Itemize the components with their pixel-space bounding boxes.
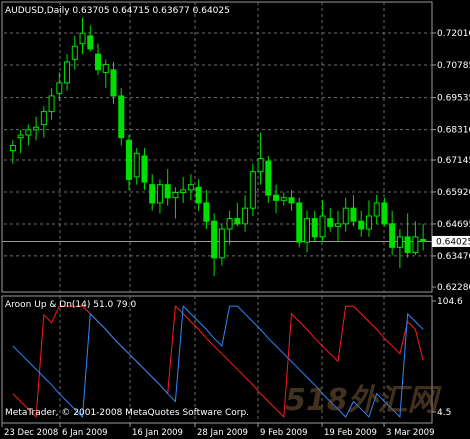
candle-body: [389, 223, 396, 248]
candle-body: [242, 207, 249, 225]
aroon-tick-label: 104.6: [437, 297, 463, 307]
price-tick-label: 0.72010: [437, 29, 470, 39]
candle-body: [180, 189, 187, 194]
date-tick-label: 16 Jan 2009: [132, 428, 183, 438]
candle-body: [195, 186, 202, 204]
price-tick-label: 0.65920: [437, 188, 470, 198]
candle-body: [187, 184, 194, 191]
candle-body: [9, 145, 16, 152]
candle-body: [33, 126, 40, 131]
aroon-panel-title: Aroon Up & Dn(14) 51.0 79.0: [5, 300, 136, 310]
candle-body: [296, 202, 303, 243]
date-tick-label: 3 Mar 2009: [386, 428, 434, 438]
date-tick-label: 19 Feb 2009: [324, 428, 377, 438]
candle-body: [234, 218, 241, 225]
watermark: 518外汇网: [285, 383, 442, 418]
candle-body: [280, 197, 287, 201]
candle-body: [288, 197, 295, 204]
price-axis: 0.72010 0.70785 0.69535 0.68310 0.67145 0.659…: [432, 29, 470, 293]
price-tick-label: 0.70785: [437, 61, 470, 71]
chart-window: AUDUSD,Daily 0.63705 0.64715 0.63677 0.6…: [0, 0, 470, 439]
candle-body: [404, 236, 411, 254]
candle-body: [56, 82, 63, 94]
candle-body: [358, 220, 365, 230]
candle-body: [342, 207, 349, 225]
date-tick-label: 9 Feb 2009: [260, 428, 308, 438]
candle-body: [211, 220, 218, 259]
candle-body: [133, 152, 140, 178]
candle-body: [334, 223, 341, 227]
candle-body: [327, 218, 334, 227]
candle-body: [64, 61, 71, 84]
candle-body: [48, 95, 55, 113]
candle-body: [373, 202, 380, 217]
price-tick-label: 0.62280: [437, 283, 470, 293]
candle-body: [87, 35, 94, 50]
price-panel-title: AUDUSD,Daily 0.63705 0.64715 0.63677 0.6…: [5, 6, 230, 16]
candle-body: [118, 95, 125, 139]
candle: [118, 88, 125, 146]
candle: [296, 197, 303, 248]
candle-body: [365, 215, 372, 230]
candle-body: [257, 158, 264, 173]
candle-body: [319, 215, 326, 238]
price-tick-label: 0.64695: [437, 220, 470, 230]
candle-body: [141, 155, 148, 183]
candle-body: [381, 202, 388, 225]
candle-body: [156, 184, 163, 204]
candle-body: [203, 202, 210, 222]
candle-body: [71, 45, 78, 60]
candle-body: [95, 53, 102, 71]
candle-body: [311, 218, 318, 238]
candle: [249, 163, 256, 216]
candle-body: [17, 134, 24, 139]
price-tick-label: 0.68310: [437, 126, 470, 136]
candle-body: [79, 32, 86, 45]
price-tick-label: 0.67145: [437, 156, 470, 166]
candle-body: [226, 218, 233, 230]
price-tick-label: 0.63470: [437, 252, 470, 262]
aroon-tick-label: 4.5: [437, 408, 451, 418]
candle-body: [350, 207, 357, 222]
candle-body: [25, 129, 32, 136]
candle-body: [265, 160, 272, 196]
copyright-text: MetaTrader, © 2001-2008 MetaQuotes Softw…: [5, 408, 249, 418]
candle-body: [420, 238, 427, 242]
candle-body: [125, 139, 132, 180]
date-tick-label: 28 Jan 2009: [197, 428, 248, 438]
candle-body: [149, 184, 156, 204]
current-price-label: 0.64025: [436, 237, 470, 247]
current-price-label-box: 0.64025: [432, 235, 470, 247]
date-tick-label: 23 Dec 2008: [4, 428, 58, 438]
candle-body: [172, 192, 179, 199]
candle-body: [218, 228, 225, 259]
candle-body: [40, 111, 47, 126]
candle-body: [396, 236, 403, 248]
candle-body: [164, 184, 171, 199]
date-tick-label: 6 Jan 2009: [62, 428, 108, 438]
candle-body: [102, 64, 109, 73]
candle-body: [110, 69, 117, 97]
price-tick-label: 0.69535: [437, 94, 470, 104]
candle-body: [273, 194, 280, 201]
candle-body: [304, 218, 311, 243]
candle-body: [249, 171, 256, 209]
candle-body: [412, 236, 419, 254]
